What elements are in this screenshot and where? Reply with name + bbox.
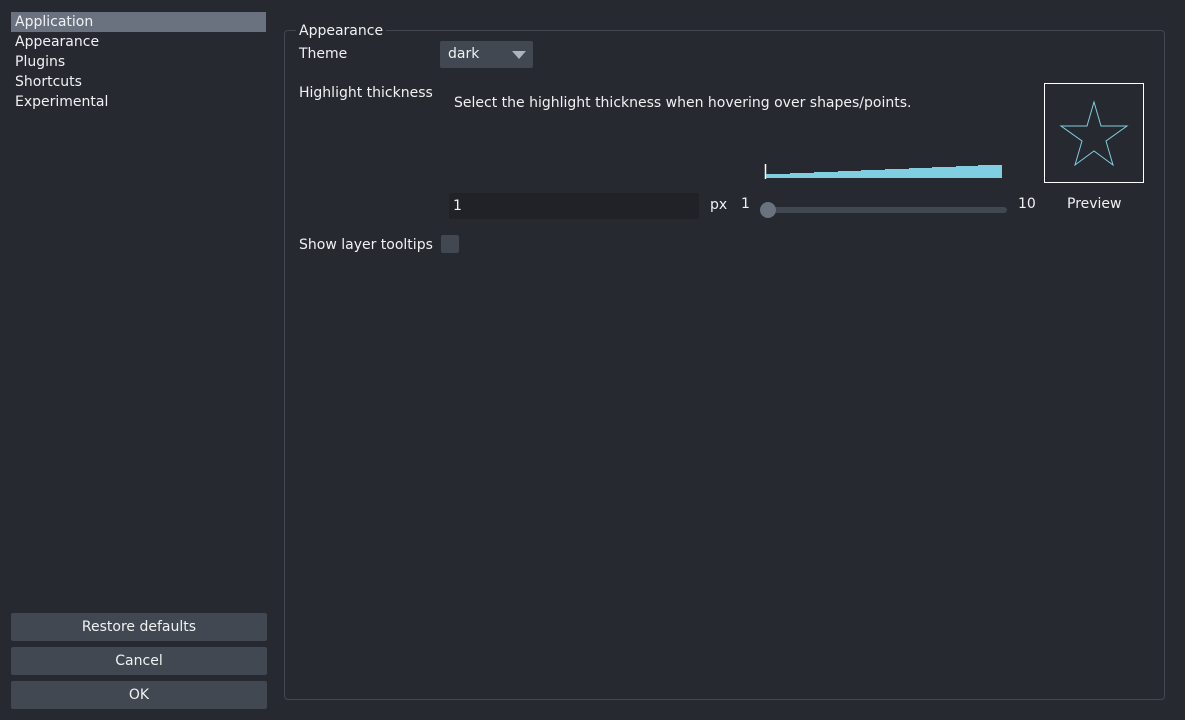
chevron-down-icon: [512, 51, 526, 59]
sidebar-item-application[interactable]: Application: [11, 12, 266, 32]
theme-label: Theme: [299, 46, 348, 62]
highlight-thickness-description: Select the highlight thickness when hove…: [454, 95, 912, 111]
star-icon: [1059, 100, 1129, 167]
cancel-button[interactable]: Cancel: [11, 647, 267, 675]
sidebar-item-appearance[interactable]: Appearance: [11, 32, 266, 52]
slider-handle[interactable]: [760, 202, 776, 218]
show-layer-tooltips-checkbox[interactable]: [441, 235, 459, 253]
preview-label: Preview: [1067, 196, 1122, 212]
appearance-group: [284, 30, 1165, 700]
show-layer-tooltips-label: Show layer tooltips: [299, 237, 433, 253]
thickness-ramp-icon: [764, 164, 1002, 179]
slider-min-label: 1: [741, 196, 750, 212]
sidebar-item-plugins[interactable]: Plugins: [11, 52, 266, 72]
ok-button[interactable]: OK: [11, 681, 267, 709]
sidebar-item-shortcuts[interactable]: Shortcuts: [11, 72, 266, 92]
highlight-preview: [1044, 83, 1144, 183]
restore-defaults-button[interactable]: Restore defaults: [11, 613, 267, 641]
preferences-sidebar: Application Appearance Plugins Shortcuts…: [11, 12, 266, 112]
slider-max-label: 10: [1018, 196, 1036, 212]
theme-dropdown-value: dark: [448, 46, 480, 62]
px-unit-label: px: [710, 197, 728, 213]
appearance-group-title: Appearance: [296, 23, 387, 39]
highlight-thickness-slider[interactable]: [762, 207, 1007, 213]
highlight-thickness-label: Highlight thickness: [299, 85, 433, 101]
theme-dropdown[interactable]: dark: [440, 41, 533, 68]
highlight-thickness-input[interactable]: [449, 193, 699, 219]
sidebar-item-experimental[interactable]: Experimental: [11, 92, 266, 112]
